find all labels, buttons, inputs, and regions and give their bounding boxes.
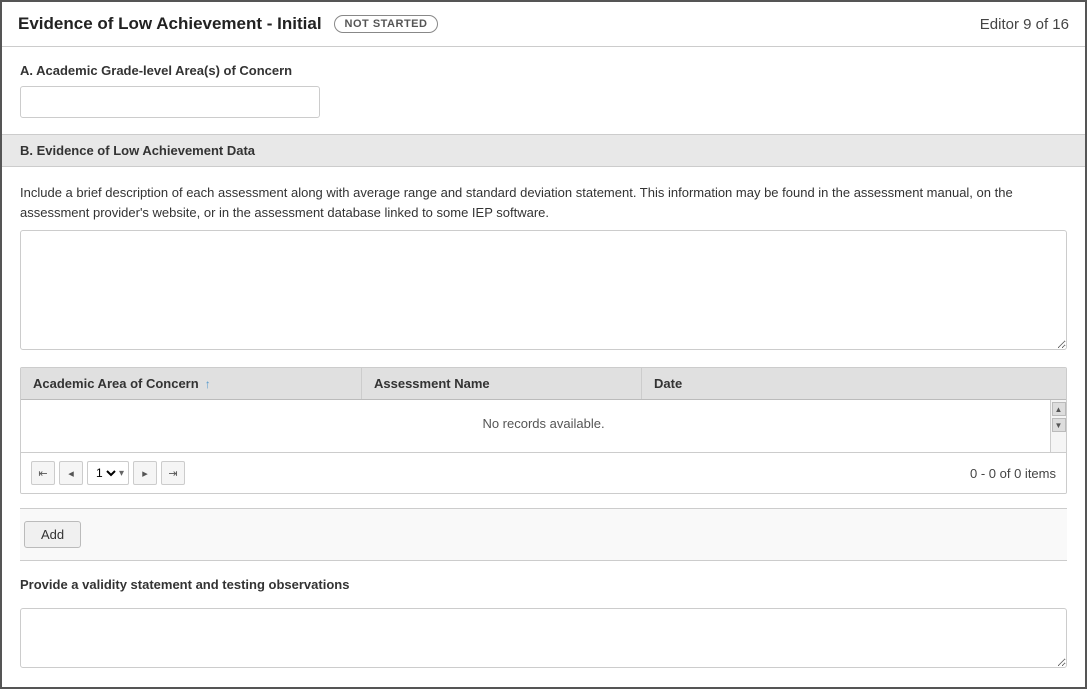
col-header-assessment: Assessment Name [361, 368, 641, 399]
first-page-icon: ⇤ [38, 467, 47, 480]
no-records-message: No records available. [21, 400, 1066, 447]
col-header-academic: Academic Area of Concern ↑ [21, 368, 361, 399]
page-select[interactable]: 1 [92, 465, 119, 481]
dropdown-arrow-icon: ▾ [119, 468, 124, 479]
editor-info: Editor 9 of 16 [980, 16, 1069, 33]
next-page-btn[interactable]: ▸ [133, 461, 157, 485]
data-table: Academic Area of Concern ↑ Assessment Na… [20, 367, 1067, 494]
validity-textarea[interactable] [20, 608, 1067, 668]
header: Evidence of Low Achievement - Initial NO… [2, 2, 1085, 47]
section-b-divider: B. Evidence of Low Achievement Data [2, 134, 1085, 167]
section-a: A. Academic Grade-level Area(s) of Conce… [20, 63, 1067, 118]
pagination-bar: ⇤ ◂ 1 ▾ ▸ ⇥ [21, 452, 1066, 493]
next-page-icon: ▸ [142, 467, 148, 480]
scroll-down-icon: ▼ [1055, 421, 1063, 430]
academic-area-input[interactable] [20, 86, 320, 118]
page-info: 0 - 0 of 0 items [970, 466, 1056, 481]
prev-page-icon: ◂ [68, 467, 74, 480]
last-page-btn[interactable]: ⇥ [161, 461, 185, 485]
scroll-up-btn[interactable]: ▲ [1052, 402, 1066, 416]
last-page-icon: ⇥ [168, 467, 177, 480]
scroll-up-icon: ▲ [1055, 405, 1063, 414]
section-b-label: B. Evidence of Low Achievement Data [20, 143, 255, 158]
header-left: Evidence of Low Achievement - Initial NO… [18, 14, 438, 34]
section-b-description: Include a brief description of each asse… [20, 183, 1067, 222]
scroll-down-btn[interactable]: ▼ [1052, 418, 1066, 432]
table-header: Academic Area of Concern ↑ Assessment Na… [21, 368, 1066, 400]
main-content: A. Academic Grade-level Area(s) of Conce… [2, 47, 1085, 687]
validity-section: Provide a validity statement and testing… [20, 577, 1067, 671]
evidence-textarea[interactable] [20, 230, 1067, 350]
add-button[interactable]: Add [24, 521, 81, 548]
table-body: No records available. ▲ ▼ [21, 400, 1066, 452]
add-section: Add [20, 508, 1067, 561]
validity-label: Provide a validity statement and testing… [20, 577, 1067, 592]
section-b-content: Include a brief description of each asse… [20, 183, 1067, 353]
section-a-label: A. Academic Grade-level Area(s) of Conce… [20, 63, 1067, 78]
pagination-controls: ⇤ ◂ 1 ▾ ▸ ⇥ [31, 461, 185, 485]
sort-icon[interactable]: ↑ [205, 377, 211, 391]
table-scrollbar: ▲ ▼ [1050, 400, 1066, 452]
page-wrapper: Evidence of Low Achievement - Initial NO… [0, 0, 1087, 689]
first-page-btn[interactable]: ⇤ [31, 461, 55, 485]
col-header-date: Date [641, 368, 1066, 399]
prev-page-btn[interactable]: ◂ [59, 461, 83, 485]
page-select-wrapper: 1 ▾ [87, 461, 129, 485]
status-badge: NOT STARTED [334, 15, 439, 33]
page-title: Evidence of Low Achievement - Initial [18, 14, 322, 34]
